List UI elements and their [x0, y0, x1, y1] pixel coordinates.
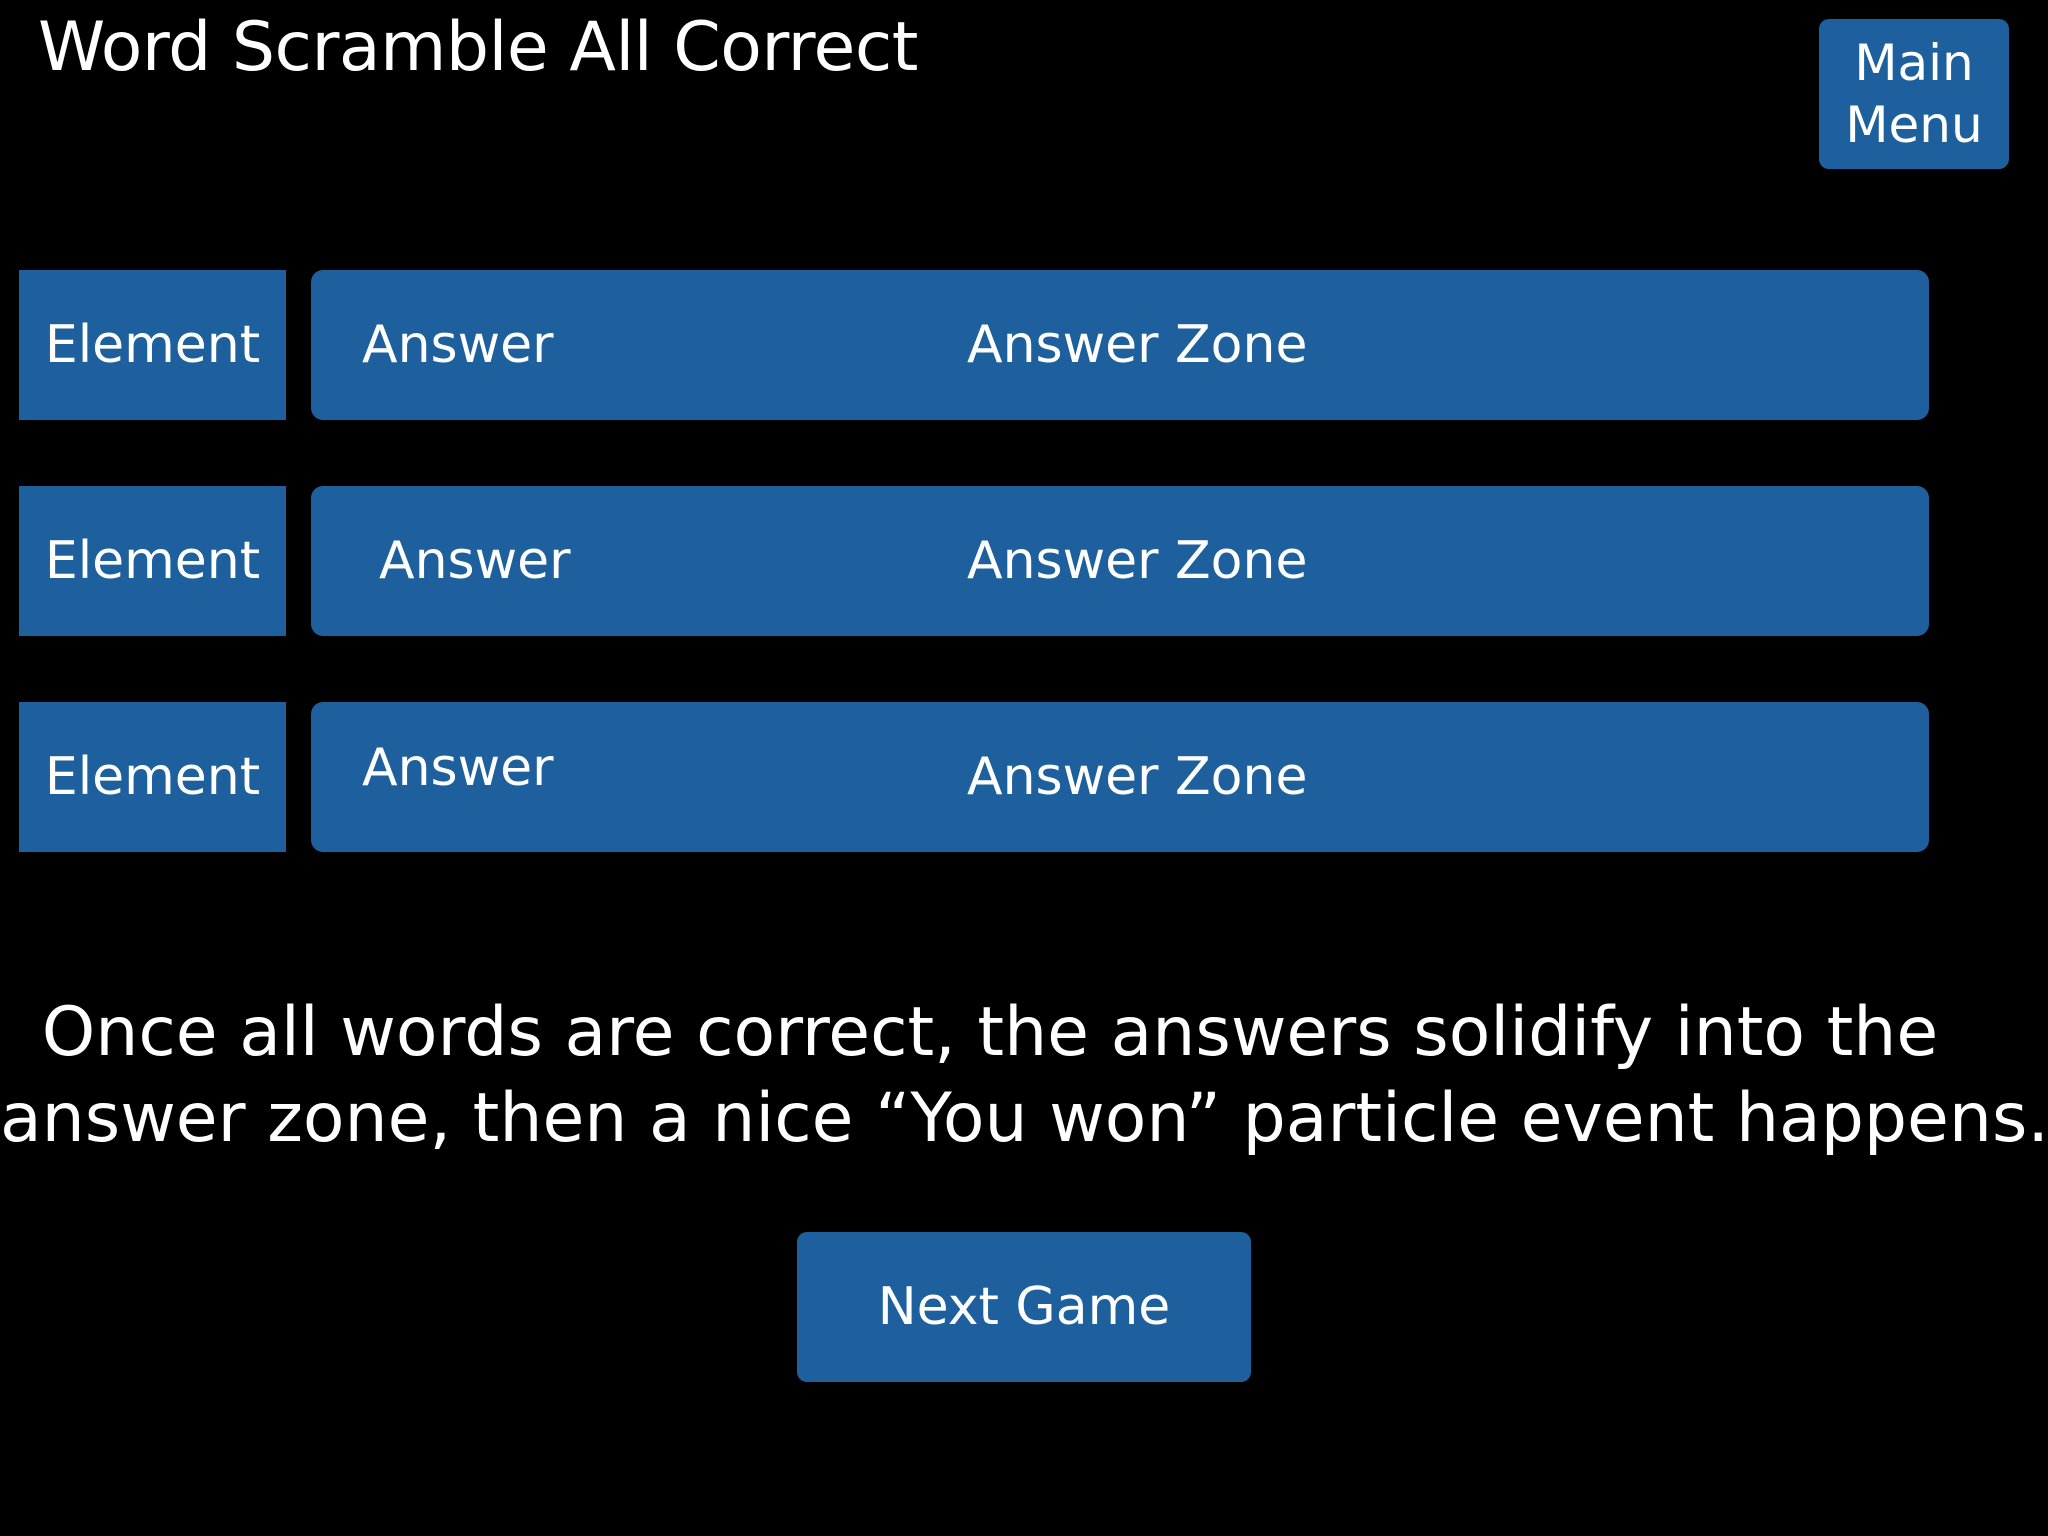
element-tile[interactable]: Element — [19, 702, 286, 852]
page-title: Word Scramble All Correct — [38, 8, 918, 87]
answer-word[interactable]: Answer — [379, 531, 571, 591]
main-menu-label-line1: Main — [1854, 34, 1974, 92]
answer-zone-label: Answer Zone — [967, 747, 1308, 807]
element-tile[interactable]: Element — [19, 270, 286, 420]
main-menu-button[interactable]: Main Menu — [1819, 19, 2009, 169]
answer-word[interactable]: Answer — [362, 315, 554, 375]
answer-word[interactable]: Answer — [362, 738, 554, 798]
next-game-button[interactable]: Next Game — [797, 1232, 1251, 1382]
answer-zone-label: Answer Zone — [967, 315, 1308, 375]
answer-zone[interactable]: Answer Answer Zone — [311, 270, 1929, 420]
main-menu-label-line2: Menu — [1845, 96, 1983, 154]
instruction-message: Once all words are correct, the answers … — [0, 990, 2048, 1162]
answer-zone[interactable]: Answer Answer Zone — [311, 486, 1929, 636]
instruction-line1: Once all words are correct, the answers … — [41, 993, 1939, 1072]
element-tile[interactable]: Element — [19, 486, 286, 636]
answer-zone-label: Answer Zone — [967, 531, 1308, 591]
answer-zone[interactable]: Answer Answer Zone — [311, 702, 1929, 852]
instruction-line2: answer zone, then a nice “You won” parti… — [0, 1079, 2048, 1158]
